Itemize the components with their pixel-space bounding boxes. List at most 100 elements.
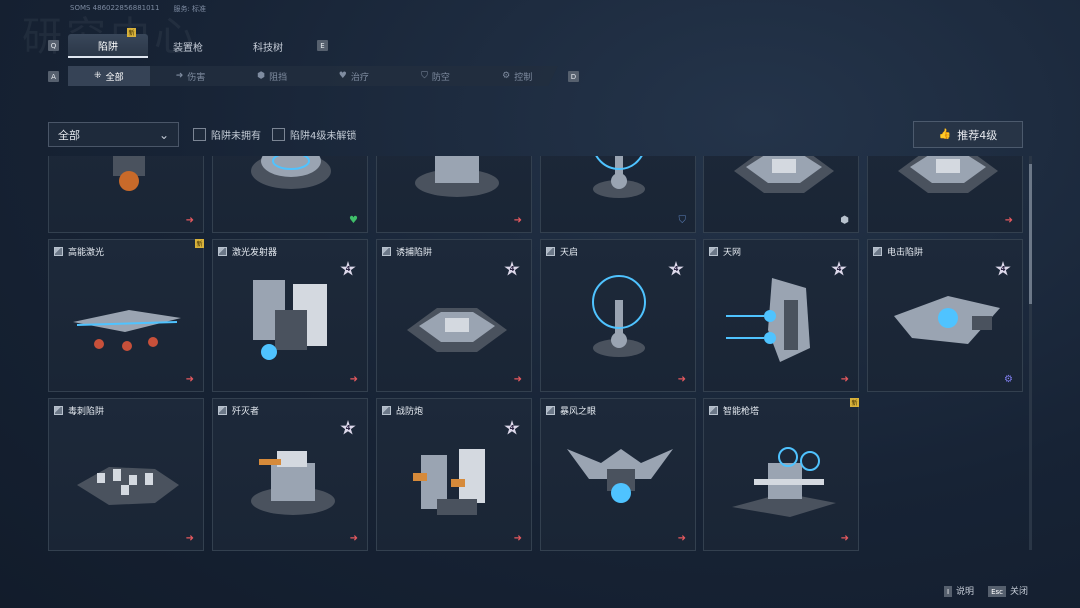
- dropdown-value: 全部: [58, 128, 80, 142]
- arrow-icon: ➜: [185, 374, 194, 385]
- block-icon: ⬢: [257, 71, 266, 81]
- tab-label: 装置枪: [173, 42, 203, 54]
- filter-1[interactable]: ➜ 伤害: [150, 66, 232, 86]
- cube-icon: [218, 406, 227, 415]
- trap-art: [561, 156, 677, 211]
- trap-card[interactable]: 歼灭者 4 ➜: [212, 398, 368, 551]
- hint-label: 关闭: [1009, 586, 1028, 597]
- key-cap: Esc: [988, 586, 1006, 597]
- category-filter-bar: ⁜ 全部 ➜ 伤害 ⬢ 阻挡 ♥ 治疗 ⛉ 防空 ⚙ 控制: [68, 66, 558, 86]
- trap-card[interactable]: 电击陷阱 4 ⚙: [867, 239, 1023, 392]
- trap-art: [397, 429, 513, 529]
- tab-next-key[interactable]: E: [317, 40, 328, 51]
- footer-hint-1[interactable]: Esc 关闭: [988, 584, 1028, 597]
- recommend-lvl4-button[interactable]: 👍 推荐4级: [913, 121, 1023, 148]
- trap-card[interactable]: 高能激光 新 ➜: [48, 239, 204, 392]
- arrow-icon: ➜: [1004, 215, 1013, 226]
- arrow-icon: ➜: [513, 533, 522, 544]
- tab-0[interactable]: 陷阱新: [68, 28, 148, 58]
- sort-dropdown[interactable]: 全部 ⌄: [48, 122, 179, 147]
- trap-card[interactable]: ⬢: [703, 156, 859, 233]
- shield-icon: ⛉: [421, 71, 428, 81]
- recommend-label: 推荐4级: [957, 128, 998, 142]
- cube-icon: [709, 406, 718, 415]
- gear-icon: ⚙: [502, 71, 511, 81]
- arrow-icon: ➜: [349, 374, 358, 385]
- trap-card[interactable]: 天网 4 ➜: [703, 239, 859, 392]
- checkbox-label: 陷阱未拥有: [211, 131, 261, 142]
- trap-art: [233, 270, 349, 370]
- trap-card[interactable]: ➜: [48, 156, 204, 233]
- filter-4[interactable]: ⛉ 防空: [395, 66, 477, 86]
- filter-3[interactable]: ♥ 治疗: [313, 66, 395, 86]
- card-header: 激光发射器: [218, 245, 277, 258]
- trap-card[interactable]: 天启 4 ➜: [540, 239, 696, 392]
- tab-label: 陷阱: [98, 41, 118, 53]
- footer-hint-0[interactable]: I 说明: [943, 584, 975, 597]
- cube-icon: [54, 247, 63, 256]
- trap-grid: ➜ ♥ ➜ ⛉ ⬢ ➜ 高能激光新 ➜ 激光发射器 4 ➜ 诱捕陷阱 4 ➜ 天启 4 ➜ 天网 4 ➜ 电击陷阱 4 ⚙ 毒…: [48, 156, 1028, 552]
- filter-prev-key[interactable]: A: [48, 71, 59, 82]
- main-tabs: 陷阱新 装置枪 科技树: [68, 28, 308, 58]
- trap-art: [888, 156, 1004, 211]
- trap-card[interactable]: 诱捕陷阱 4 ➜: [376, 239, 532, 392]
- card-header: 智能枪塔: [709, 404, 759, 417]
- tab-2[interactable]: 科技树: [228, 34, 308, 58]
- trap-art: [397, 156, 513, 211]
- top-info: SOMS 486022856881011 服务: 标准: [70, 4, 206, 14]
- hint-label: 说明: [956, 586, 975, 597]
- checkbox-box[interactable]: [193, 128, 206, 141]
- tab-1[interactable]: 装置枪: [148, 34, 228, 58]
- arrow-icon: ➜: [185, 533, 194, 544]
- card-header: 毒刺陷阱: [54, 404, 104, 417]
- card-header: 诱捕陷阱: [382, 245, 432, 258]
- grid-icon: ⁜: [94, 71, 102, 81]
- trap-card[interactable]: 暴风之眼 ➜: [540, 398, 696, 551]
- new-badge: 新: [850, 398, 859, 407]
- arrow-icon: ➜: [513, 215, 522, 226]
- arrow-icon: ➜: [677, 533, 686, 544]
- trap-card[interactable]: 智能枪塔 新 ➜: [703, 398, 859, 551]
- filter-next-key[interactable]: D: [568, 71, 579, 82]
- trap-name: 激光发射器: [232, 248, 278, 258]
- trap-art: [69, 270, 185, 370]
- checkbox-label: 陷阱4级未解锁: [290, 131, 357, 142]
- scrollbar-thumb[interactable]: [1029, 164, 1032, 304]
- arrow-icon: ➜: [175, 71, 184, 81]
- trap-name: 智能枪塔: [723, 407, 760, 417]
- footer-hints: I 说明 Esc 关闭: [943, 584, 1028, 597]
- filter-2[interactable]: ⬢ 阻挡: [231, 66, 313, 86]
- trap-name: 暴风之眼: [560, 407, 597, 417]
- trap-name: 战防炮: [396, 407, 424, 417]
- trap-card[interactable]: ♥: [212, 156, 368, 233]
- trap-art: [724, 156, 840, 211]
- checkbox-box[interactable]: [272, 128, 285, 141]
- heart-icon: ♥: [349, 215, 358, 226]
- block-icon: ⬢: [840, 215, 849, 226]
- filter-5[interactable]: ⚙ 控制: [476, 66, 558, 86]
- grid-scrollbar[interactable]: [1029, 156, 1032, 550]
- new-badge: 新: [195, 239, 204, 248]
- heart-icon: ♥: [338, 71, 347, 81]
- arrow-icon: ➜: [677, 374, 686, 385]
- trap-name: 歼灭者: [232, 407, 260, 417]
- trap-card[interactable]: ➜: [867, 156, 1023, 233]
- checkbox-not-owned[interactable]: 陷阱未拥有: [193, 127, 261, 142]
- trap-card[interactable]: 战防炮 4 ➜: [376, 398, 532, 551]
- trap-name: 毒刺陷阱: [68, 407, 105, 417]
- shield-icon: ⛉: [678, 215, 687, 226]
- cube-icon: [709, 247, 718, 256]
- card-header: 高能激光: [54, 245, 104, 258]
- filter-label: 控制: [514, 72, 533, 83]
- trap-card[interactable]: 毒刺陷阱 ➜: [48, 398, 204, 551]
- trap-card[interactable]: 激光发射器 4 ➜: [212, 239, 368, 392]
- filter-0[interactable]: ⁜ 全部: [68, 66, 150, 86]
- tab-prev-key[interactable]: Q: [48, 40, 59, 51]
- chevron-down-icon: ⌄: [158, 127, 169, 142]
- tab-label: 科技树: [253, 42, 283, 54]
- trap-card[interactable]: ➜: [376, 156, 532, 233]
- trap-name: 天网: [723, 248, 742, 258]
- thumb-up-icon: 👍: [938, 129, 952, 140]
- trap-card[interactable]: ⛉: [540, 156, 696, 233]
- checkbox-lvl4-locked[interactable]: 陷阱4级未解锁: [272, 127, 356, 142]
